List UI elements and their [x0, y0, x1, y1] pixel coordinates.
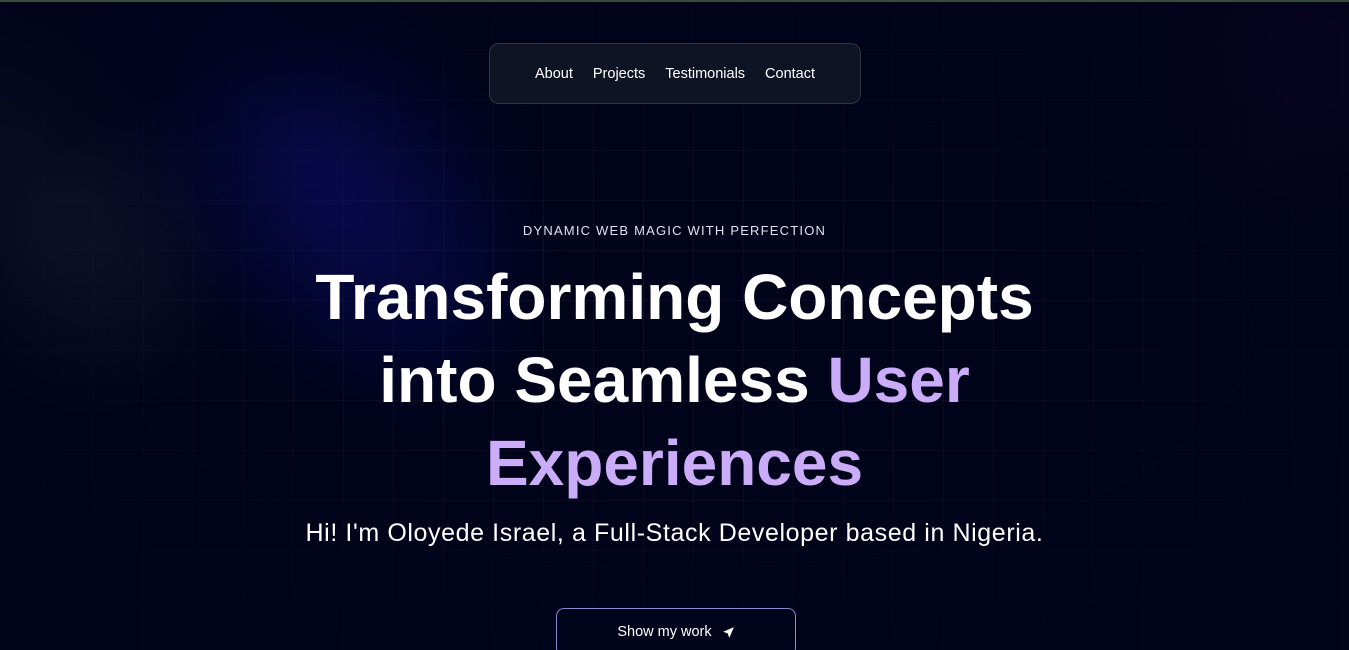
- show-my-work-label: Show my work: [617, 624, 712, 640]
- headline-accent-user: User: [827, 344, 970, 416]
- show-my-work-button[interactable]: Show my work: [556, 608, 796, 650]
- nav-link-projects[interactable]: Projects: [593, 66, 645, 82]
- hero-headline: Transforming Concepts into Seamless User…: [0, 256, 1349, 505]
- navigation-arrow-icon: [722, 626, 735, 639]
- nav-link-testimonials[interactable]: Testimonials: [665, 66, 745, 82]
- hero-section: About Projects Testimonials Contact Dyna…: [0, 0, 1349, 650]
- floating-navbar: About Projects Testimonials Contact: [489, 43, 861, 104]
- headline-accent-experiences: Experiences: [485, 427, 864, 499]
- nav-link-contact[interactable]: Contact: [765, 66, 815, 82]
- headline-line-1: Transforming Concepts: [315, 261, 1034, 333]
- hero-intro: Hi! I'm Oloyede Israel, a Full-Stack Dev…: [305, 519, 1044, 547]
- hero-tagline: Dynamic Web Magic with Perfection: [522, 223, 827, 238]
- nav-link-about[interactable]: About: [535, 66, 573, 82]
- headline-line-2-plain: into Seamless: [379, 344, 828, 416]
